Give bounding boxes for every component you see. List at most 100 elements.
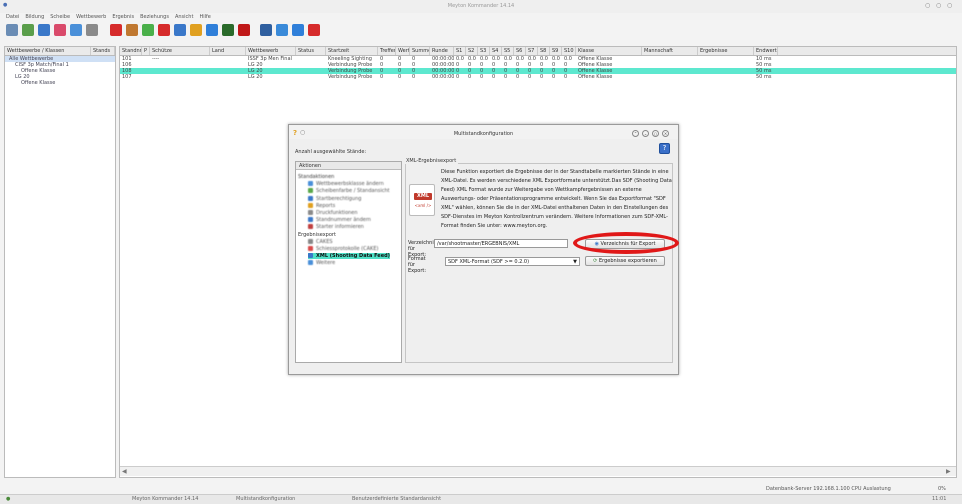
folder-icon: ◉ [594,241,599,247]
export-dir-input[interactable]: /var/shootmaster/ERGEBNIS/XML [434,239,568,248]
export-format-select[interactable]: SDF XML-Format (SDF >= 0.2.0) ▼ [445,257,580,266]
info-icon[interactable] [292,24,304,36]
taskbar-item-standardansicht[interactable]: Benutzerdefinierte Standardansicht [352,496,441,502]
square-icon[interactable] [86,24,98,36]
minimize-button[interactable]: ○ [925,2,930,9]
competition-tree[interactable]: Wettbewerbe / Klassen Stands Alle Wettbew… [4,46,116,478]
column-header[interactable]: S10 [562,47,576,55]
column-header[interactable]: S4 [490,47,502,55]
target-icon[interactable] [158,24,170,36]
column-header[interactable]: Summe [410,47,430,55]
dialog-help-button[interactable]: ? [659,143,670,154]
dialog-minimize-button[interactable]: ⌄ [642,130,649,137]
action-item[interactable]: Reports [308,202,335,209]
table-cell: 0 [564,74,568,80]
column-header[interactable]: S3 [478,47,490,55]
column-header[interactable]: S6 [514,47,526,55]
column-header[interactable]: Ergebnisse [698,47,754,55]
dialog-shade-button[interactable]: ⌃ [632,130,639,137]
taskbar-item-multistand[interactable]: Multistandkonfiguration [236,496,295,502]
search-icon[interactable] [276,24,288,36]
column-header[interactable]: Endwert [754,47,778,55]
grid-icon[interactable] [222,24,234,36]
column-header[interactable]: Schütze [150,47,210,55]
tree-header-stands[interactable]: Stands [91,47,115,55]
chart-icon[interactable] [206,24,218,36]
choose-export-dir-button[interactable]: ◉ Verzeichnis für Export [585,239,665,249]
scroll-right-icon[interactable]: ▶ [946,468,951,475]
menu-item-6[interactable]: Ansicht [175,13,193,22]
menu-item-1[interactable]: Bildung [25,13,44,22]
column-header[interactable]: P [142,47,150,55]
action-item[interactable]: CAKES [308,238,333,245]
dialog-maximize-button[interactable]: ○ [652,130,659,137]
delete-icon[interactable] [110,24,122,36]
maximize-button[interactable]: ○ [936,2,941,9]
tree-header-competitions[interactable]: Wettbewerbe / Klassen [5,47,91,55]
stop-icon[interactable] [238,24,250,36]
scroll-left-icon[interactable]: ◀ [122,468,127,475]
action-item[interactable]: Wettbewerbsklasse ändern [308,181,384,187]
column-header[interactable]: Runde [430,47,454,55]
action-item[interactable]: Startberechtigung [308,195,361,202]
export-results-button[interactable]: ⟳ Ergebnisse exportieren [585,256,665,266]
menu-item-0[interactable]: Datei [6,13,19,22]
table-row[interactable]: 107 LG 20 Verbindung Probe 0 0 0 00:00:00 0 0 0 0 0… [120,74,956,80]
column-header[interactable]: S1 [454,47,466,55]
column-header[interactable]: Status [296,47,326,55]
table-cell: 0 [552,74,556,80]
action-label: Starter informieren [316,224,364,231]
server-status: Datenbank-Server 192.168.1.100 CPU Ausla… [766,486,891,492]
column-header[interactable]: Klasse [576,47,642,55]
settings-icon[interactable] [174,24,186,36]
action-item[interactable]: Schiessprotokolle (CAKE) [308,246,378,252]
column-header[interactable]: Startzeit [326,47,378,55]
column-header[interactable]: Treffer [378,47,396,55]
column-header[interactable]: Standnr [120,47,142,55]
close-icon[interactable] [308,24,320,36]
close-window-button[interactable]: ○ [947,2,952,9]
action-item[interactable]: Druckfunktionen [308,210,358,216]
column-header[interactable]: S7 [526,47,538,55]
column-header[interactable]: S8 [538,47,550,55]
user-icon[interactable] [142,24,154,36]
column-header[interactable]: S2 [466,47,478,55]
menu-item-7[interactable]: Hilfe [199,13,210,22]
action-label: Ergebnisexport [298,231,336,238]
chevron-down-icon[interactable]: ▼ [573,258,577,265]
edit-icon[interactable] [22,24,34,36]
start-icon[interactable]: ● [6,496,10,502]
column-header[interactable]: S9 [550,47,562,55]
taskbar-item-kommander[interactable]: Meyton Kommander 14.14 [132,496,198,502]
table-header: Standnr P Schütze Land Wettbewerb Status Start… [120,47,956,56]
menu-item-4[interactable]: Ergebnis [112,13,134,22]
lock-icon[interactable] [190,24,202,36]
new-icon[interactable] [6,24,18,36]
menu-item-5[interactable]: Beziehungs [140,13,169,22]
window-titlebar: ● Meyton Kommander 14.14 ○ ○ ○ [0,0,962,13]
column-header[interactable]: Wert [396,47,410,55]
action-item[interactable]: Scheibenfarbe / Standansicht [308,188,390,194]
column-header[interactable]: Land [210,47,246,55]
action-item[interactable]: XML (Shooting Data Feed) [308,253,390,260]
action-item[interactable]: Standnummer ändern [308,217,371,223]
column-header[interactable]: Mannschaft [642,47,698,55]
menu-item-3[interactable]: Wettbewerb [76,13,106,22]
xml-badge: XML [414,193,432,200]
refresh-icon[interactable] [38,24,50,36]
dialog-close-button[interactable]: × [662,130,669,137]
column-header[interactable]: Wettbewerb [246,47,296,55]
table-cell: 0 [492,74,496,80]
menu-item-2[interactable]: Scheibe [50,13,70,22]
action-item[interactable]: Weitere [308,260,335,266]
monitor-icon[interactable] [260,24,272,36]
action-item[interactable]: Starter informieren [308,224,364,230]
heart-icon[interactable] [54,24,66,36]
clock-icon[interactable] [70,24,82,36]
horizontal-scrollbar[interactable]: ◀ ▶ [120,466,956,476]
status-bar: Datenbank-Server 192.168.1.100 CPU Ausla… [0,484,962,493]
column-header[interactable]: S5 [502,47,514,55]
actions-panel: Aktionen Standaktionen Wettbewerbsklasse … [295,161,402,363]
tree-item[interactable]: Offene Klasse [5,80,115,86]
group-icon[interactable] [126,24,138,36]
